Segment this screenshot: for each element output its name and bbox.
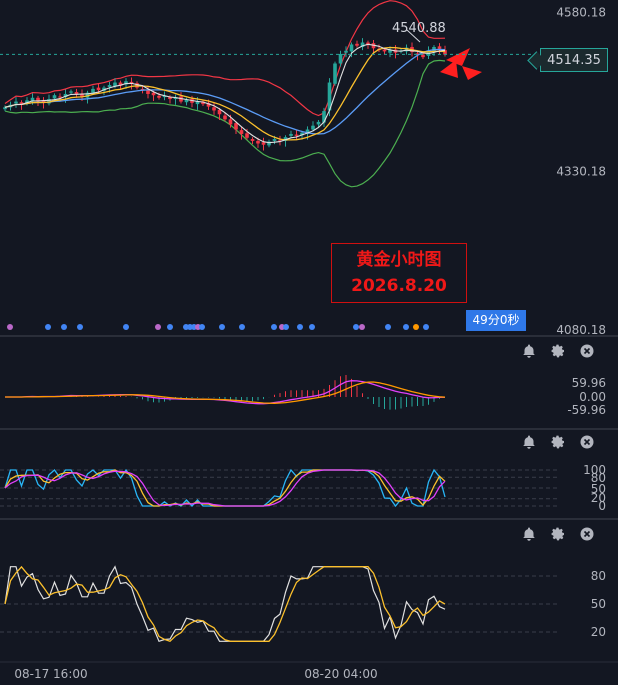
annotation-line-1: 黄金小时图 [356,250,442,270]
event-dot [309,324,315,330]
macd-tick-label: 0.00 [579,390,606,404]
event-dot [403,324,409,330]
candle-body [96,87,101,91]
bell-icon[interactable] [521,434,537,450]
gear-icon[interactable] [550,526,566,542]
candle-body [223,115,227,120]
candle-body [338,53,343,64]
high-price-label: 4540.88 [392,21,446,36]
candle-body [421,54,425,58]
macd-tick-label: -59.96 [567,403,606,417]
candle-body [382,49,387,52]
event-dot [283,324,289,330]
event-dot [297,324,303,330]
event-dot [155,324,161,330]
rsi-tick-label: 50 [591,597,606,611]
candle-body [245,133,249,138]
gear-icon[interactable] [550,434,566,450]
candle-body [333,63,337,84]
event-dot [199,324,205,330]
candle-body [239,130,244,134]
candle-body [58,96,62,98]
event-dot [423,324,429,330]
candle-body [107,85,112,87]
candle-body [256,140,260,144]
candle-body [272,139,277,141]
event-dot [359,324,365,330]
candle-body [234,123,238,130]
event-dot [385,324,391,330]
event-dot [167,324,173,330]
event-dot [123,324,129,330]
kdj-tick-label: 0 [598,499,606,513]
candle-body [91,88,95,93]
candle-body [261,142,266,145]
macd-tick-label: 59.96 [572,376,606,390]
candle-body [349,44,354,52]
event-dot [239,324,245,330]
rsi-tick-label: 80 [591,569,606,583]
candle-body [344,50,348,53]
candle-body [69,91,73,93]
bell-icon[interactable] [521,526,537,542]
gear-icon[interactable] [550,343,566,359]
event-dot [45,324,51,330]
time-tick-label: 08-17 16:00 [14,667,87,681]
candle-body [146,90,150,94]
candle-body [212,107,216,111]
macd-pane-tools [521,343,601,361]
candle-body [14,101,18,104]
event-dot [77,324,83,330]
current-price-tag: 4514.35 [540,48,608,72]
event-dot [219,324,225,330]
price-tick-label: 4580.18 [556,6,606,20]
candle-body [289,133,293,136]
bell-icon[interactable] [521,343,537,359]
candle-countdown-timer: 49分0秒 [466,310,526,331]
close-icon[interactable] [579,434,595,450]
rsi-tick-label: 20 [591,625,606,639]
rsi-pane-tools [521,526,601,544]
close-icon[interactable] [579,526,595,542]
time-tick-label: 08-20 04:00 [304,667,377,681]
event-dot [353,324,359,330]
candle-body [217,109,222,115]
candle-body [157,95,161,98]
pane-background [0,0,618,335]
candle-body [52,95,57,99]
chart-annotation-box: 黄金小时图 2026.8.20 [331,243,467,303]
candle-body [316,121,321,125]
candle-body [294,134,299,136]
candle-body [355,43,359,46]
price-tick-label: 4080.18 [556,323,606,337]
price-tick-label: 4330.18 [556,164,606,178]
candle-body [250,139,255,141]
event-dot [61,324,67,330]
event-dot [413,324,419,330]
close-icon[interactable] [579,343,595,359]
event-dot [7,324,13,330]
event-dot [271,324,277,330]
annotation-line-2: 2026.8.20 [351,276,447,296]
kdj-pane-tools [521,434,601,452]
candle-body [228,119,233,125]
candle-body [437,46,442,49]
candle-body [151,92,156,96]
candle-body [311,125,315,130]
